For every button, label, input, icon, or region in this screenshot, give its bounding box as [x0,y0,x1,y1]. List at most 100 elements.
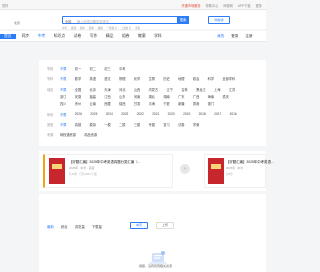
search-input[interactable]: 输入你感兴趣的关键字 [77,19,109,24]
filter-option[interactable]: 河北 [119,87,125,92]
filter-option[interactable]: 2025 [90,112,97,117]
filter-option[interactable]: 二模 [119,122,125,127]
filter-option[interactable]: 山西 [134,87,140,92]
filter-option[interactable]: 历史 [163,76,169,81]
top-link-more[interactable]: 更多 [256,3,262,8]
filter-option[interactable]: 2026 [75,112,82,117]
nav-item-subjects[interactable]: 学科 [154,34,162,39]
upload-button[interactable]: 上传 [156,222,174,229]
filter-option[interactable]: 物理 [119,76,125,81]
nav-item-lesson-plans[interactable]: 教案 [138,34,146,39]
filter-option[interactable]: 2024 [106,112,113,117]
filter-option[interactable]: 网校通资源 [60,132,76,137]
filter-option[interactable]: 广东 [178,94,184,99]
filter-option[interactable]: 澳门 [208,101,214,106]
search-scope-select[interactable]: 全部 [65,19,71,24]
filter-option[interactable]: 不限 [60,87,66,92]
nav-item-sync[interactable]: 同步 [22,34,30,39]
filter-option[interactable]: 重庆 [222,94,228,99]
filter-option[interactable]: 广西 [193,94,199,99]
filter-option[interactable]: 香港 [193,101,199,106]
filter-option[interactable]: 青海 [149,101,155,106]
filter-option[interactable]: 西藏 [104,101,110,106]
login-link[interactable]: 登录 [231,34,238,39]
filter-option[interactable]: 云南 [90,101,96,106]
filter-option[interactable]: 学案 [193,122,199,127]
filter-option[interactable]: 2023 [121,112,128,117]
filter-option[interactable]: 2020 [168,112,175,117]
nav-item-zhongkao[interactable]: 中考 [38,34,46,39]
hot-keyword[interactable]: 模拟 [98,27,103,30]
featured-card[interactable]: 【好题汇编】2025年中考英语... 2025年 · 中考 共8份 [204,154,274,188]
nav-item-premium[interactable]: 精品 [106,34,114,39]
filter-option[interactable]: 不限 [60,66,66,71]
location-selector[interactable]: 北京 [14,21,20,25]
filter-option[interactable]: 山东 [119,94,125,99]
filter-option[interactable]: 浙江 [60,94,66,99]
filter-option[interactable]: 英语 [90,76,96,81]
hot-keyword[interactable]: 二轮复习 [121,27,131,30]
filter-option[interactable]: 不限 [60,76,66,81]
card-title[interactable]: 【好题汇编】2025年中考英语... [226,159,274,164]
filter-option[interactable]: 真题 [75,122,81,127]
filter-option[interactable]: 语文 [104,76,110,81]
filter-option[interactable]: 初一 [75,66,81,71]
hot-keyword[interactable]: 期中 [80,27,85,30]
filter-option[interactable]: 江西 [104,94,110,99]
hot-keyword[interactable]: 学案 [135,27,140,30]
filter-option[interactable]: 专题 [149,122,155,127]
this-page-button[interactable]: 本页 [130,222,148,229]
filter-option[interactable]: 模拟 [90,122,96,127]
nav-item-writing[interactable]: 写作 [90,34,98,39]
filter-option[interactable]: 数学 [75,76,81,81]
filter-option[interactable]: 辽宁 [167,87,173,92]
filter-option[interactable]: 陕西 [119,101,125,106]
filter-option[interactable]: 初二 [90,66,96,71]
filter-option[interactable]: 甘肃 [134,101,140,106]
card-title[interactable]: 【好题汇编】2025年中考英语真题分类汇编（... [69,159,140,164]
filter-option[interactable]: 2021 [152,112,159,117]
filter-option[interactable]: 复习 [163,122,169,127]
top-link-help[interactable]: 帮助中心 [206,3,219,8]
hot-keyword[interactable]: 一轮复习 [107,27,117,30]
featured-card[interactable]: 【好题汇编】2025年中考英语真题分类汇编（... 2025年 · 中考 · 英… [43,154,173,188]
filter-option[interactable]: 2019 [183,112,190,117]
filter-option[interactable]: 北京 [90,87,96,92]
filter-option[interactable]: 地理 [178,76,184,81]
filter-option[interactable]: 科学 [208,76,214,81]
sort-tab[interactable]: 浏览量 [75,224,85,229]
top-link-site[interactable]: 网校网 [223,3,233,8]
filter-option[interactable]: 试卷 [178,122,184,127]
filter-option[interactable]: 黑龙江 [196,87,206,92]
my-account-link[interactable]: 我的 [217,34,224,39]
hot-keyword[interactable]: 期末 [89,27,94,30]
filter-option[interactable]: 政治 [193,76,199,81]
filter-option[interactable]: 河南 [134,94,140,99]
filter-option[interactable]: 天津 [104,87,110,92]
top-link-app[interactable]: APP下载 [238,3,251,8]
filter-option[interactable]: 不限 [60,122,66,127]
filter-option[interactable]: 安徽 [75,94,81,99]
sort-tab[interactable]: 最新 [47,224,54,229]
filter-option[interactable]: 海南 [208,94,214,99]
top-link-service[interactable]: 开通市场服务 [181,3,200,8]
filter-option[interactable]: 2022 [137,112,144,117]
filter-option[interactable]: 精品资源 [84,132,97,137]
filter-option[interactable]: 宁夏 [163,101,169,106]
hot-keyword[interactable]: 真题 [71,27,76,30]
filter-option[interactable]: 四川 [60,101,66,106]
nav-item-home[interactable]: 首页 [0,34,16,39]
filter-option[interactable]: 湖南 [163,94,169,99]
search-button[interactable]: 搜索 [177,16,189,24]
filter-option[interactable]: 生物 [149,76,155,81]
filter-option[interactable]: 一模 [104,122,110,127]
filter-option[interactable]: 江苏 [229,87,235,92]
filter-option[interactable]: 内蒙古 [149,87,159,92]
filter-option[interactable]: 全部学科 [222,76,235,81]
sort-tab[interactable]: 综合 [61,224,68,229]
filter-option[interactable]: 福建 [90,94,96,99]
hot-keyword[interactable]: 中考 [62,27,67,30]
filter-option[interactable]: 化学 [134,76,140,81]
filter-option[interactable]: 中考 [119,66,125,71]
filter-option[interactable]: 初三 [104,66,110,71]
